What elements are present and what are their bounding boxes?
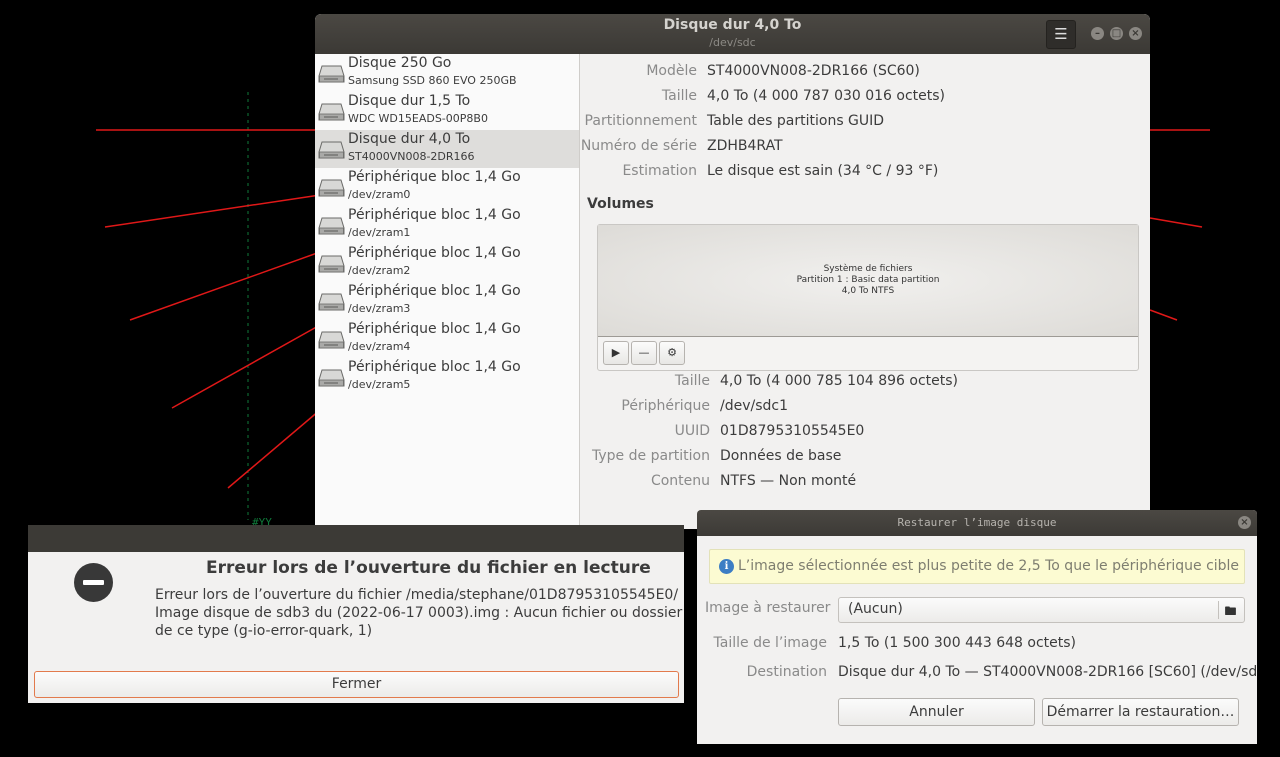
open-file-icon: 🖿 [1224, 604, 1237, 618]
disk-info-key: Taille [661, 88, 697, 104]
disk-info-value: Table des partitions GUID [707, 113, 885, 129]
disk-info-value: ST4000VN008-2DR166 (SC60) [707, 63, 920, 79]
restore-dialog-titlebar[interactable]: Restaurer l’image disque × [697, 510, 1257, 536]
volume-info-key: Type de partition [592, 448, 710, 464]
delete-partition-button[interactable]: — [631, 341, 657, 365]
volume-info-value: NTFS — Non monté [720, 473, 857, 489]
volume-info-value: 01D87953105545E0 [720, 423, 865, 439]
hard-disk-icon [318, 331, 345, 349]
close-button[interactable]: × [1129, 27, 1142, 40]
image-size-label: Taille de l’image [713, 635, 827, 651]
info-icon: i [719, 559, 734, 574]
restore-dialog-title: Restaurer l’image disque [897, 516, 1057, 529]
hamburger-menu-icon: ☰ [1054, 25, 1068, 43]
hard-disk-icon [318, 179, 345, 197]
disk-list-item[interactable]: Périphérique bloc 1,4 Go/dev/zram3 [315, 282, 579, 320]
minimize-button[interactable]: – [1091, 27, 1104, 40]
volume-info-key: Taille [674, 373, 710, 389]
start-restore-button[interactable]: Démarrer la restauration… [1042, 698, 1239, 726]
disk-info-value: ZDHB4RAT [707, 138, 783, 154]
error-message-line: Image disque de sdb3 du (2022-06-17 0003… [155, 605, 683, 621]
disk-name: Périphérique bloc 1,4 Go [348, 283, 521, 299]
partition-label-3: 4,0 To NTFS [841, 286, 895, 296]
error-title: Erreur lors de l’ouverture du fichier en… [206, 558, 651, 578]
disk-subtitle: /dev/zram1 [348, 226, 411, 239]
titlebar[interactable]: Disque dur 4,0 To /dev/sdc ☰ – □ × [315, 14, 1150, 54]
disk-info-key: Numéro de série [580, 138, 697, 154]
disk-list-item[interactable]: Périphérique bloc 1,4 Go/dev/zram1 [315, 206, 579, 244]
image-size-value: 1,5 To (1 500 300 443 648 octets) [838, 635, 1077, 651]
volume-info-key: UUID [674, 423, 710, 439]
minus-icon: — [638, 346, 650, 359]
hard-disk-icon [318, 217, 345, 235]
restore-close-button[interactable]: × [1238, 516, 1251, 529]
volume-info-key: Contenu [650, 473, 710, 489]
mount-button[interactable]: ▶ [603, 341, 629, 365]
partition-block[interactable]: Système de fichiers Partition 1 : Basic … [598, 225, 1138, 337]
hamburger-menu-button[interactable]: ☰ [1046, 20, 1076, 49]
volumes-heading: Volumes [587, 196, 654, 212]
window-title: Disque dur 4,0 To [663, 17, 802, 33]
image-to-restore-label: Image à restaurer [705, 600, 831, 616]
disks-window: Disque dur 4,0 To /dev/sdc ☰ – □ × Disqu… [315, 14, 1150, 529]
disk-list-item[interactable]: Périphérique bloc 1,4 Go/dev/zram2 [315, 244, 579, 282]
error-dialog-titlebar[interactable] [28, 525, 684, 552]
disk-name: Périphérique bloc 1,4 Go [348, 321, 521, 337]
disk-info-value: Le disque est sain (34 °C / 93 °F) [707, 163, 939, 179]
destination-label: Destination [746, 664, 827, 680]
hard-disk-icon [318, 255, 345, 273]
partition-label-1: Système de fichiers [823, 264, 913, 274]
close-icon: × [1240, 517, 1249, 528]
window-subtitle: /dev/sdc [709, 36, 756, 49]
destination-value: Disque dur 4,0 To — ST4000VN008-2DR166 [… [838, 664, 1257, 680]
volume-info-key: Périphérique [621, 398, 710, 414]
partition-options-button[interactable]: ⚙ [659, 341, 685, 365]
partition-label-2: Partition 1 : Basic data partition [796, 275, 940, 285]
volume-info-value: Données de base [720, 448, 842, 464]
volumes-map: Système de fichiers Partition 1 : Basic … [597, 224, 1139, 371]
disk-subtitle: /dev/zram0 [348, 188, 411, 201]
minimize-icon: – [1095, 28, 1100, 39]
info-message: L’image sélectionnée est plus petite de … [738, 558, 1240, 574]
volume-info-value: /dev/sdc1 [720, 398, 789, 414]
image-file-chooser[interactable]: (Aucun) 🖿 [838, 597, 1245, 623]
close-icon: × [1131, 28, 1140, 39]
disk-list-item[interactable]: Périphérique bloc 1,4 Go/dev/zram4 [315, 320, 579, 358]
disk-name: Périphérique bloc 1,4 Go [348, 207, 521, 223]
disk-info-key: Partitionnement [584, 113, 697, 129]
gears-icon: ⚙ [667, 346, 677, 359]
maximize-icon: □ [1111, 28, 1122, 39]
disk-subtitle: /dev/zram2 [348, 264, 411, 277]
error-message-line: Erreur lors de l’ouverture du fichier /m… [155, 587, 679, 603]
error-message-line: de ce type (g-io-error-quark, 1) [155, 623, 373, 639]
hard-disk-icon [318, 293, 345, 311]
cancel-button[interactable]: Annuler [838, 698, 1035, 726]
maximize-button[interactable]: □ [1110, 27, 1123, 40]
volume-info-value: 4,0 To (4 000 785 104 896 octets) [720, 373, 959, 389]
error-dialog: Erreur lors de l’ouverture du fichier en… [28, 525, 684, 703]
disk-subtitle: /dev/zram4 [348, 340, 411, 353]
restore-image-dialog: Restaurer l’image disque × i L’image sél… [697, 510, 1257, 744]
disk-name: Périphérique bloc 1,4 Go [348, 245, 521, 261]
disk-info-key: Estimation [622, 163, 697, 179]
error-icon [74, 563, 113, 602]
info-bar: i L’image sélectionnée est plus petite d… [709, 549, 1245, 584]
play-icon: ▶ [611, 346, 621, 359]
disk-info-value: 4,0 To (4 000 787 030 016 octets) [707, 88, 946, 104]
close-error-button[interactable]: Fermer [34, 671, 679, 698]
disk-subtitle: /dev/zram3 [348, 302, 411, 315]
image-file-value: (Aucun) [848, 601, 903, 617]
disk-info-key: Modèle [646, 63, 697, 79]
